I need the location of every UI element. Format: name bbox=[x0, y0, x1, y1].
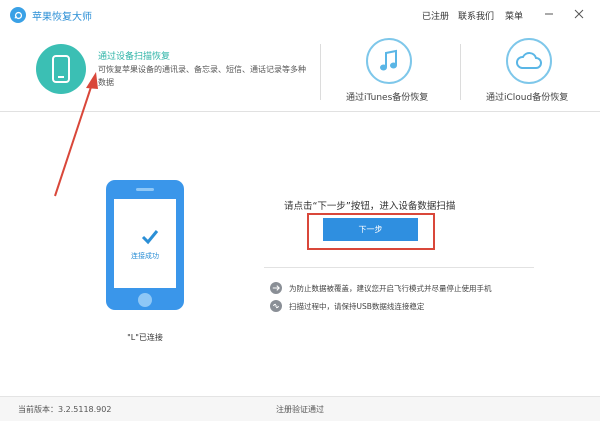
status-bar: 当前版本：3.2.5118.902 注册验证通过 bbox=[0, 396, 600, 421]
title-bar: 苹果恢复大师 已注册 联系我们 菜单 bbox=[0, 0, 600, 30]
tip-text: 扫描过程中，请保持USB数据线连接稳定 bbox=[289, 301, 425, 311]
menu-link[interactable]: 菜单 bbox=[505, 9, 523, 22]
connection-status: 连接成功 bbox=[131, 252, 159, 260]
mode-divider bbox=[320, 44, 321, 100]
minimize-button[interactable] bbox=[542, 7, 556, 21]
version-label: 当前版本：3.2.5118.902 bbox=[18, 405, 112, 414]
next-step-button[interactable]: 下一步 bbox=[323, 218, 418, 241]
connected-phone-illustration: 连接成功 bbox=[106, 180, 184, 310]
app-logo-icon bbox=[10, 7, 26, 23]
phone-icon bbox=[36, 44, 86, 94]
music-note-icon bbox=[366, 38, 412, 84]
phone-home-button bbox=[138, 293, 152, 307]
mode-divider bbox=[460, 44, 461, 100]
airplane-icon bbox=[270, 282, 282, 294]
device-connected-label: "L"已连接 bbox=[127, 333, 163, 342]
close-icon bbox=[574, 9, 584, 19]
icloud-mode-label: 通过iCloud备份恢复 bbox=[486, 93, 569, 103]
device-scan-mode[interactable]: 通过设备扫描恢复 可恢复苹果设备的通讯录、备忘录、短信、通话记录等多种数据 bbox=[0, 30, 310, 112]
tips-divider bbox=[264, 267, 534, 268]
phone-screen: 连接成功 bbox=[114, 199, 176, 288]
registered-link[interactable]: 已注册 bbox=[422, 9, 449, 22]
phone-speaker bbox=[136, 188, 154, 191]
device-scan-title: 通过设备扫描恢复 bbox=[98, 52, 171, 62]
app-title: 苹果恢复大师 bbox=[32, 12, 92, 23]
contact-link[interactable]: 联系我们 bbox=[458, 9, 494, 22]
tip-airplane: 为防止数据被覆盖，建议您开启飞行模式并尽量停止使用手机 bbox=[270, 280, 492, 296]
link-icon bbox=[270, 300, 282, 312]
close-button[interactable] bbox=[572, 7, 586, 21]
tip-text: 为防止数据被覆盖，建议您开启飞行模式并尽量停止使用手机 bbox=[289, 283, 492, 293]
cloud-icon bbox=[506, 38, 552, 84]
itunes-mode-label: 通过iTunes备份恢复 bbox=[346, 93, 429, 103]
recovery-mode-bar: 通过设备扫描恢复 可恢复苹果设备的通讯录、备忘录、短信、通话记录等多种数据 通过… bbox=[0, 30, 600, 112]
check-icon bbox=[141, 230, 159, 245]
tip-usb: 扫描过程中，请保持USB数据线连接稳定 bbox=[270, 298, 424, 314]
device-scan-description: 可恢复苹果设备的通讯录、备忘录、短信、通话记录等多种数据 bbox=[98, 65, 306, 87]
scan-prompt: 请点击“下一步”按钮，进入设备数据扫描 bbox=[284, 201, 456, 212]
registration-status: 注册验证通过 bbox=[276, 405, 324, 414]
minimize-icon bbox=[545, 13, 553, 15]
